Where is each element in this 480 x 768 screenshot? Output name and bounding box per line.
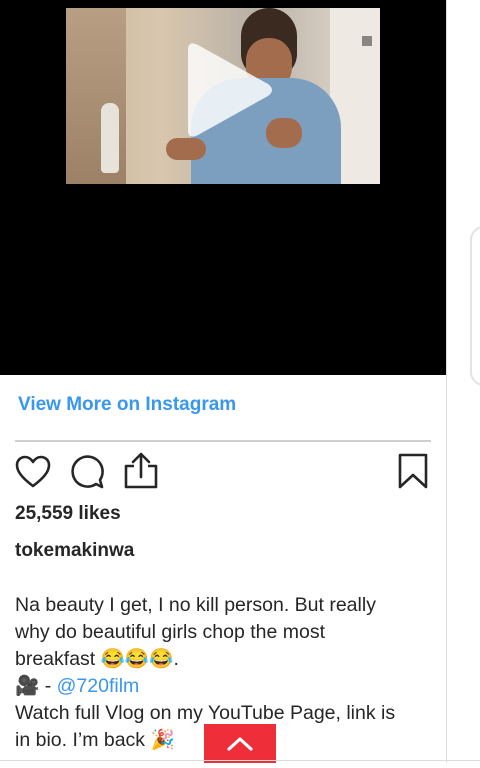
bottom-border [0,760,480,761]
share-icon[interactable] [123,452,159,490]
bookmark-icon[interactable] [397,453,429,489]
caption-line: why do beautiful girls chop the most [15,621,326,643]
play-icon[interactable] [180,40,276,140]
heart-icon[interactable] [15,455,51,489]
side-tab[interactable] [470,226,480,386]
divider [15,440,431,442]
caption-line: breakfast 😂😂😂. [15,648,179,670]
caption-line: 🎥 - @720film [15,673,435,700]
caption-credit-prefix: 🎥 - [15,675,57,697]
view-more-on-instagram-link[interactable]: View More on Instagram [18,394,236,415]
likes-count: 25,559 likes [15,503,121,524]
caption-line: Watch full Vlog on my YouTube Page, link… [15,702,396,724]
video-player[interactable] [0,0,446,375]
instagram-embed: View More on Instagram 25,559 likes toke… [0,0,447,763]
caption-line: Na beauty I get, I no kill person. But r… [15,594,376,616]
mention-link[interactable]: @720film [57,675,140,697]
chevron-up-icon [227,737,253,751]
scroll-to-top-button[interactable] [204,724,276,763]
comment-icon[interactable] [69,454,105,490]
username[interactable]: tokemakinwa [15,540,134,562]
